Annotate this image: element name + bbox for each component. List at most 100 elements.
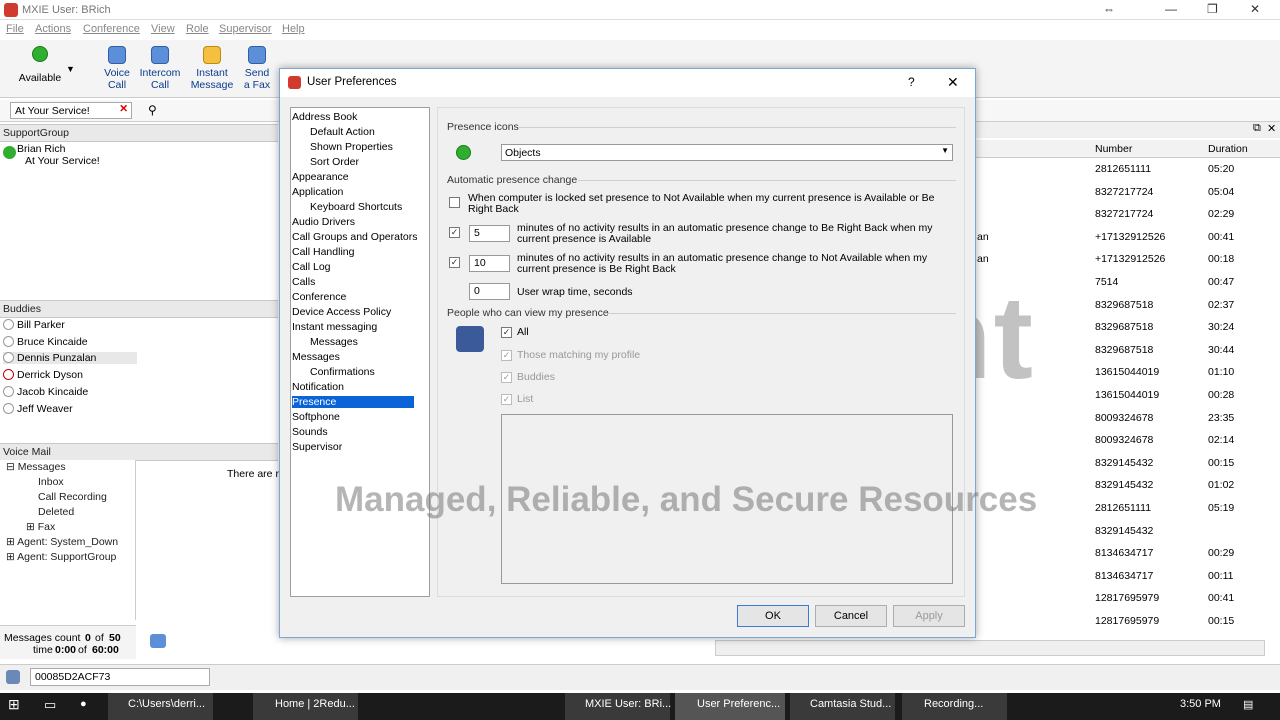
tree-fax[interactable]: ⊞ Fax (26, 521, 55, 533)
nav-item[interactable]: Call Groups and Operators (292, 231, 417, 243)
buddy-item[interactable]: Jeff Weaver (3, 403, 73, 415)
column-duration[interactable]: Duration (1208, 143, 1248, 155)
menu-role[interactable]: Role (186, 23, 209, 35)
resize-icon[interactable]: ⇔ (1103, 2, 1115, 16)
buddy-item[interactable]: Bill Parker (3, 319, 65, 331)
tree-inbox[interactable]: Inbox (38, 476, 64, 488)
call-row[interactable]: 8009324678 23:35 (975, 408, 1280, 430)
buddies-checkbox[interactable]: ✓ (501, 372, 512, 383)
buddy-item[interactable]: Derrick Dyson (3, 369, 83, 381)
cancel-button[interactable]: Cancel (815, 605, 887, 627)
voice-call-button[interactable]: Voice Call (100, 46, 134, 91)
list-checkbox[interactable]: ✓ (501, 394, 512, 405)
locked-checkbox[interactable] (449, 197, 460, 208)
call-row[interactable]: 12817695979 00:41 (975, 588, 1280, 610)
voicemail-settings-icon[interactable] (150, 634, 166, 648)
nav-item[interactable]: Supervisor (292, 441, 342, 453)
nav-item[interactable]: Softphone (292, 411, 340, 423)
brb-checkbox[interactable]: ✓ (449, 227, 460, 238)
taskbar-item[interactable]: MXIE User: BRi... (565, 693, 671, 720)
presence-dropdown-icon[interactable]: ▼ (66, 64, 75, 74)
nav-item[interactable]: Application (292, 186, 343, 198)
send-fax-button[interactable]: Send a Fax (240, 46, 274, 91)
column-number[interactable]: Number (1095, 143, 1132, 155)
taskbar-item[interactable]: Home | 2Redu... (253, 693, 358, 720)
menu-actions[interactable]: Actions (35, 23, 71, 35)
matching-checkbox[interactable]: ✓ (501, 350, 512, 361)
taskbar-item[interactable]: C:\Users\derri... (108, 693, 213, 720)
menu-conference[interactable]: Conference (83, 23, 140, 35)
call-row[interactable]: an +17132912526 00:41 (975, 227, 1280, 249)
tree-call-recording[interactable]: Call Recording (38, 491, 107, 503)
nav-item[interactable]: Calls (292, 276, 315, 288)
minimize-button[interactable]: — (1165, 2, 1177, 16)
na-minutes-spinner[interactable]: 10 (469, 255, 510, 272)
restore-pane-icon[interactable]: ⧉ (1253, 122, 1261, 135)
call-row[interactable]: 8009324678 02:14 (975, 430, 1280, 452)
nav-item[interactable]: Shown Properties (310, 141, 393, 153)
nav-item[interactable]: Messages (310, 336, 358, 348)
nav-item[interactable]: Instant messaging (292, 321, 377, 333)
instant-message-button[interactable]: Instant Message (190, 46, 234, 91)
call-row[interactable]: an +17132912526 00:18 (975, 249, 1280, 271)
clock[interactable]: 3:50 PM (1180, 698, 1221, 710)
dialog-close-button[interactable]: ✕ (947, 74, 959, 91)
help-button[interactable]: ? (908, 75, 915, 89)
nav-item[interactable]: Audio Drivers (292, 216, 355, 228)
all-checkbox[interactable]: ✓ (501, 327, 512, 338)
call-row[interactable]: 8134634717 00:29 (975, 543, 1280, 565)
buddy-item[interactable]: Jacob Kincaide (3, 386, 88, 398)
binoculars-icon[interactable]: ⚲ (148, 103, 157, 117)
menu-supervisor[interactable]: Supervisor (219, 23, 272, 35)
menu-help[interactable]: Help (282, 23, 305, 35)
nav-item[interactable]: Sort Order (310, 156, 359, 168)
close-pane-icon[interactable]: ✕ (1267, 122, 1276, 135)
start-icon[interactable]: ⊞ (8, 696, 20, 713)
nav-item[interactable]: Conference (292, 291, 346, 303)
horizontal-scrollbar[interactable] (715, 640, 1265, 656)
tree-deleted[interactable]: Deleted (38, 506, 74, 518)
nav-item[interactable]: Keyboard Shortcuts (310, 201, 402, 213)
ok-button[interactable]: OK (737, 605, 809, 627)
presence-icons-select[interactable]: Objects ▼ (501, 144, 953, 161)
apply-button[interactable]: Apply (893, 605, 965, 627)
maximize-button[interactable]: ❐ (1207, 2, 1218, 16)
task-view-icon[interactable]: ▭ (44, 697, 56, 713)
call-row[interactable]: 2812651111 05:20 (975, 159, 1280, 181)
call-row[interactable]: 8329145432 (975, 521, 1280, 543)
nav-item[interactable]: Confirmations (310, 366, 375, 378)
menu-file[interactable]: File (6, 23, 24, 35)
taskbar-item[interactable]: Camtasia Stud... (790, 693, 895, 720)
nav-item[interactable]: Call Log (292, 261, 331, 273)
nav-item[interactable]: Sounds (292, 426, 328, 438)
call-row[interactable]: 8327217724 02:29 (975, 204, 1280, 226)
nav-item[interactable]: Messages (292, 351, 340, 363)
call-row[interactable]: 8327217724 05:04 (975, 182, 1280, 204)
taskbar-item[interactable]: Recording... (902, 693, 1007, 720)
close-button[interactable]: ✕ (1250, 2, 1260, 16)
nav-item[interactable]: Presence (292, 396, 414, 408)
nav-item[interactable]: Default Action (310, 126, 375, 138)
menu-view[interactable]: View (151, 23, 175, 35)
clear-icon[interactable]: ✕ (119, 103, 128, 115)
status-message-input[interactable]: At Your Service! ✕ (10, 102, 132, 119)
nav-item[interactable]: Address Book (292, 111, 357, 123)
brb-minutes-spinner[interactable]: 5 (469, 225, 510, 242)
na-checkbox[interactable]: ✓ (449, 257, 460, 268)
nav-item[interactable]: Device Access Policy (292, 306, 391, 318)
tree-agent-system-down[interactable]: ⊞ Agent: System_Down (6, 536, 118, 548)
notifications-icon[interactable]: ▤ (1243, 698, 1253, 711)
nav-item[interactable]: Appearance (292, 171, 349, 183)
tree-messages[interactable]: ⊟ Messages (6, 461, 66, 473)
taskbar-item-active[interactable]: User Preferenc... (675, 693, 785, 720)
buddy-item[interactable]: Dennis Punzalan (3, 352, 137, 364)
nav-item[interactable]: Notification (292, 381, 344, 393)
intercom-call-button[interactable]: Intercom Call (137, 46, 183, 91)
tree-agent-supportgroup[interactable]: ⊞ Agent: SupportGroup (6, 551, 116, 563)
call-row[interactable]: 12817695979 00:15 (975, 611, 1280, 633)
nav-item[interactable]: Call Handling (292, 246, 354, 258)
call-row[interactable]: 8329145432 00:15 (975, 453, 1280, 475)
call-row[interactable]: 8134634717 00:11 (975, 566, 1280, 588)
wrap-time-spinner[interactable]: 0 (469, 283, 510, 300)
buddy-item[interactable]: Bruce Kincaide (3, 336, 88, 348)
